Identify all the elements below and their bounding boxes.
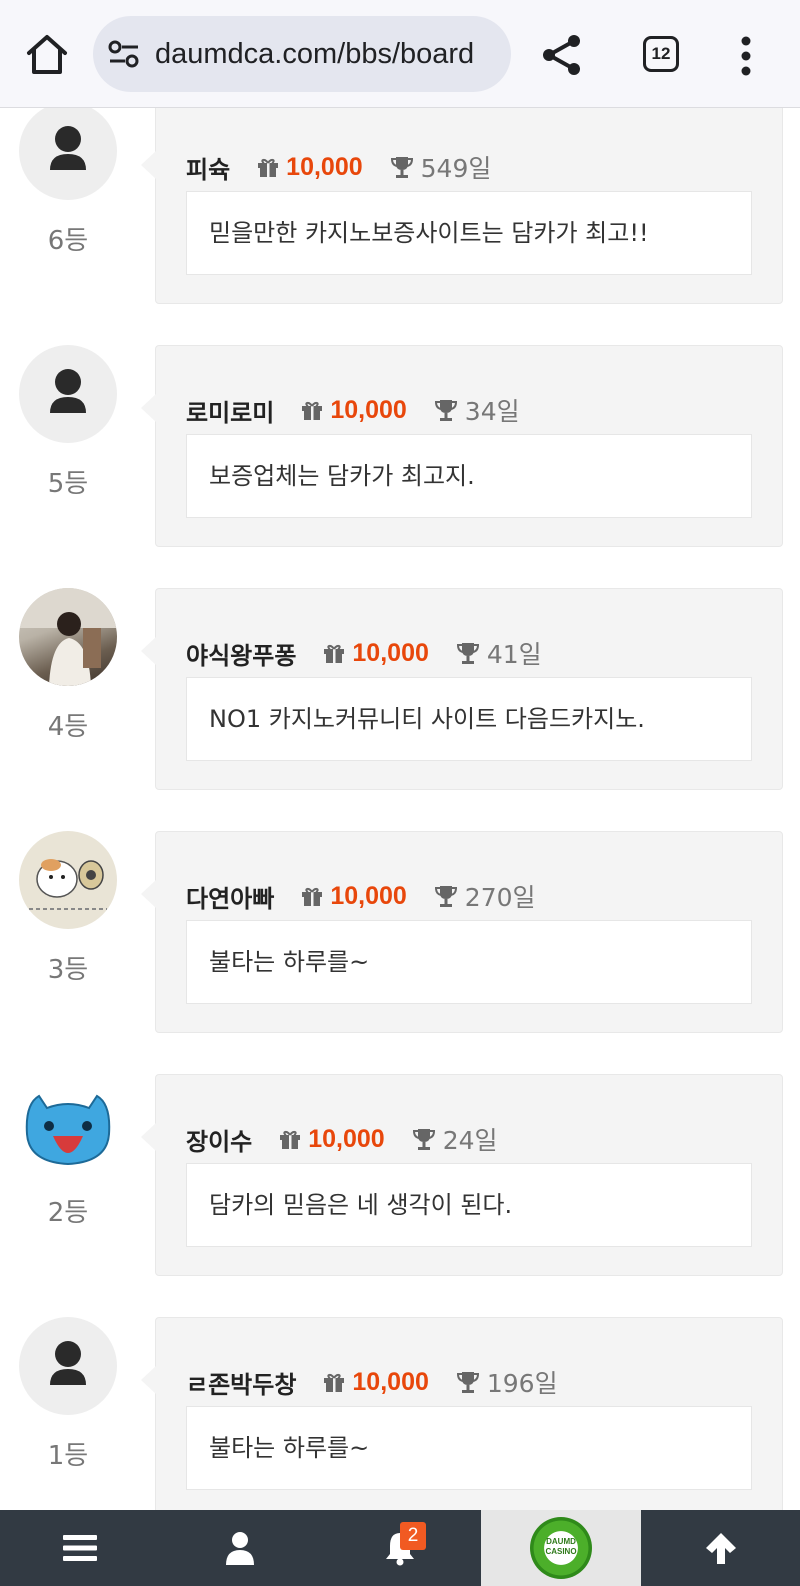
- comment-meta: 야식왕푸퐁 10,000 41일: [186, 633, 542, 673]
- comment-meta: 피슉 10,000 549일: [186, 147, 491, 187]
- comment-item: 5등 로미로미 10,000 34일 보증업체는 담카가 최고지.: [0, 345, 800, 547]
- points-value: 10,000: [352, 1367, 429, 1396]
- address-bar[interactable]: daumdca.com/bbs/board: [93, 16, 511, 92]
- comment-box: 피슉 10,000 549일 믿을만한 카지노보증사이트는 담카가 최고!!: [141, 102, 783, 304]
- comment-box: 로미로미 10,000 34일 보증업체는 담카가 최고지.: [141, 345, 783, 547]
- photo-person-icon: [19, 588, 117, 686]
- trophy-icon: [434, 400, 457, 421]
- nav-home-logo-button[interactable]: DAUMD CASINO: [481, 1510, 641, 1586]
- nav-profile-button[interactable]: [160, 1510, 320, 1586]
- logo-text: DAUMD CASINO: [530, 1537, 592, 1557]
- comment-text: 담카의 믿음은 네 생각이 된다.: [186, 1163, 752, 1247]
- logo-text-line1: DAUMD: [546, 1537, 576, 1546]
- comment-item: 1등 ㄹ존박두창 10,000 196일 불타는 하루를~: [0, 1317, 800, 1519]
- blue-cat-icon: [25, 1094, 111, 1166]
- points-value: 10,000: [330, 395, 407, 424]
- user-icon: [226, 1532, 254, 1565]
- nav-menu-button[interactable]: [0, 1510, 160, 1586]
- trophy-icon: [390, 157, 413, 178]
- member-days: 41일: [486, 640, 542, 669]
- arrow-up-icon: [705, 1533, 736, 1564]
- gift-icon: [324, 644, 345, 663]
- rank-label: 1등: [47, 1441, 89, 1471]
- trophy-icon: [412, 1129, 435, 1150]
- avatar[interactable]: [19, 1317, 117, 1415]
- comment-meta: 다연아빠 10,000 270일: [186, 876, 536, 916]
- nickname[interactable]: 다연아빠: [186, 879, 274, 914]
- share-icon[interactable]: [540, 33, 584, 77]
- notification-badge: 2: [400, 1522, 426, 1550]
- avatar[interactable]: [19, 588, 117, 686]
- logo-text-line2: CASINO: [545, 1547, 577, 1556]
- url-text[interactable]: daumdca.com/bbs/board: [155, 16, 474, 92]
- comment-box: ㄹ존박두창 10,000 196일 불타는 하루를~: [141, 1317, 783, 1519]
- gift-icon: [324, 1373, 345, 1392]
- hamster-sketch-icon: [29, 859, 107, 910]
- nickname[interactable]: 장이수: [186, 1122, 252, 1157]
- comment-box: 야식왕푸퐁 10,000 41일 NO1 카지노커뮤니티 사이트 다음드카지노.: [141, 588, 783, 790]
- comment-text: 보증업체는 담카가 최고지.: [186, 434, 752, 518]
- avatar[interactable]: [19, 831, 117, 929]
- comment-item: 2등 장이수 10,000 24일 담카의 믿음은 네 생각이 된다.: [0, 1074, 800, 1276]
- site-settings-icon[interactable]: [108, 40, 140, 68]
- home-icon[interactable]: [24, 32, 70, 78]
- rank-label: 2등: [47, 1198, 89, 1228]
- points-value: 10,000: [286, 152, 363, 181]
- rank-label: 6등: [47, 226, 89, 256]
- avatar[interactable]: [19, 1074, 117, 1172]
- member-days: 196일: [486, 1369, 558, 1398]
- avatar[interactable]: [19, 345, 117, 443]
- member-days: 24일: [442, 1126, 498, 1155]
- hamburger-menu-icon: [63, 1535, 97, 1561]
- points-value: 10,000: [308, 1124, 385, 1153]
- comment-text: 불타는 하루를~: [186, 920, 752, 1004]
- member-days: 549일: [420, 154, 492, 183]
- rank-label: 4등: [47, 712, 89, 742]
- points-value: 10,000: [352, 638, 429, 667]
- comment-text: NO1 카지노커뮤니티 사이트 다음드카지노.: [186, 677, 752, 761]
- comment-meta: 장이수 10,000 24일: [186, 1119, 498, 1159]
- member-days: 270일: [464, 883, 536, 912]
- gift-icon: [258, 158, 279, 177]
- nickname[interactable]: 피슉: [186, 150, 230, 185]
- comment-text: 믿을만한 카지노보증사이트는 담카가 최고!!: [186, 191, 752, 275]
- more-menu-icon[interactable]: [740, 36, 752, 76]
- comment-box: 다연아빠 10,000 270일 불타는 하루를~: [141, 831, 783, 1033]
- trophy-icon: [434, 886, 457, 907]
- comment-text: 불타는 하루를~: [186, 1406, 752, 1490]
- gift-icon: [280, 1130, 301, 1149]
- points-value: 10,000: [330, 881, 407, 910]
- trophy-icon: [456, 1372, 479, 1393]
- nickname[interactable]: 로미로미: [186, 393, 274, 428]
- tab-switcher-button[interactable]: 12: [643, 36, 679, 72]
- default-user-icon: [50, 369, 86, 413]
- trophy-icon: [456, 643, 479, 664]
- comment-item: 3등 다연아빠 10,000 270일 불타는 하루를~: [0, 831, 800, 1033]
- scroll-top-button[interactable]: [641, 1510, 800, 1586]
- avatar[interactable]: [19, 102, 117, 200]
- daumd-casino-logo: DAUMD CASINO: [530, 1517, 592, 1579]
- comment-box: 장이수 10,000 24일 담카의 믿음은 네 생각이 된다.: [141, 1074, 783, 1276]
- default-user-icon: [50, 1341, 86, 1385]
- bottom-nav: 2 DAUMD CASINO: [0, 1510, 800, 1586]
- default-user-icon: [50, 126, 86, 170]
- nickname[interactable]: ㄹ존박두창: [186, 1365, 296, 1400]
- rank-label: 5등: [47, 469, 89, 499]
- member-days: 34일: [464, 397, 520, 426]
- comment-meta: ㄹ존박두창 10,000 196일: [186, 1362, 558, 1402]
- rank-label: 3등: [47, 955, 89, 985]
- gift-icon: [302, 887, 323, 906]
- comment-item: 6등 피슉 10,000 549일 믿을만한 카지노보증사이트는 담카가 최고!…: [0, 102, 800, 304]
- browser-toolbar: daumdca.com/bbs/board 12: [0, 0, 800, 108]
- nickname[interactable]: 야식왕푸퐁: [186, 636, 296, 671]
- comment-item: 4등 야식왕푸퐁 10,000 41일 NO1 카지노커뮤니티 사이트 다음드카…: [0, 588, 800, 790]
- comment-meta: 로미로미 10,000 34일: [186, 390, 520, 430]
- gift-icon: [302, 401, 323, 420]
